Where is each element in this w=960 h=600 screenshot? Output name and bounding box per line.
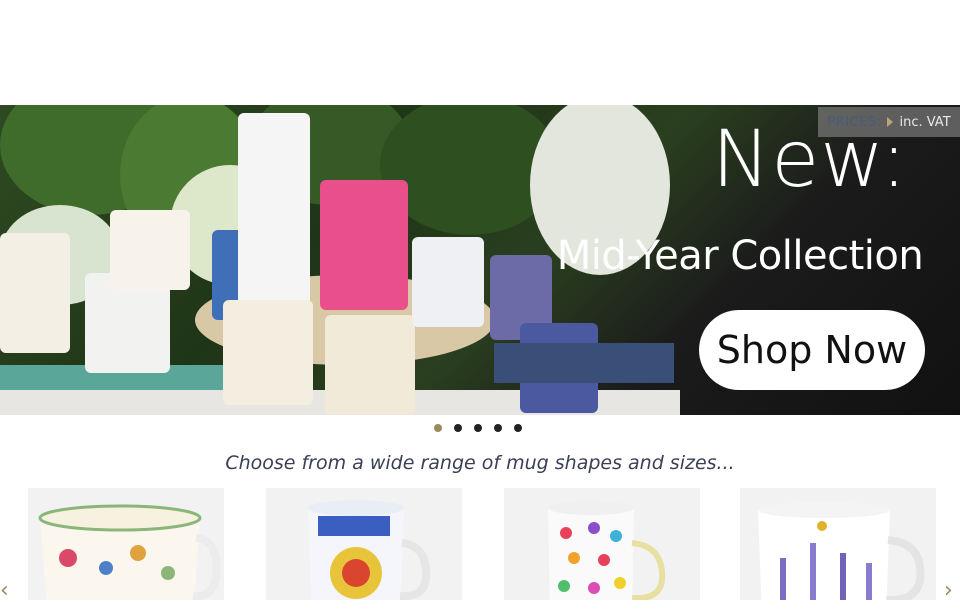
carousel-item-hearts[interactable]: [504, 488, 700, 600]
physics-mug-icon: [266, 488, 462, 600]
carousel-item-floral[interactable]: [28, 488, 224, 600]
carousel-item-physics[interactable]: [266, 488, 462, 600]
hero-subtitle: Mid-Year Collection: [556, 233, 924, 279]
hero-banner[interactable]: PRICES: inc. VAT New: Mid-Year Collectio…: [0, 105, 960, 415]
slider-dots: [434, 424, 522, 432]
slider-dot-3[interactable]: [474, 424, 482, 432]
top-header: [0, 0, 960, 105]
mug-shapes-carousel: ‹ ›: [0, 480, 960, 600]
shop-now-button[interactable]: Shop Now: [699, 310, 925, 390]
slider-dot-5[interactable]: [514, 424, 522, 432]
slider-dot-4[interactable]: [494, 424, 502, 432]
carousel-next-arrow[interactable]: ›: [944, 578, 953, 600]
slider-dot-1[interactable]: [434, 424, 442, 432]
carousel-item-lavender[interactable]: [740, 488, 936, 600]
hero-title: New:: [711, 115, 909, 205]
slider-dot-2[interactable]: [454, 424, 462, 432]
floral-mug-icon: [28, 488, 224, 600]
hearts-mug-icon: [504, 488, 700, 600]
carousel-prev-arrow[interactable]: ‹: [0, 578, 9, 600]
lavender-mug-icon: [740, 488, 936, 600]
section-tagline: Choose from a wide range of mug shapes a…: [225, 452, 735, 474]
